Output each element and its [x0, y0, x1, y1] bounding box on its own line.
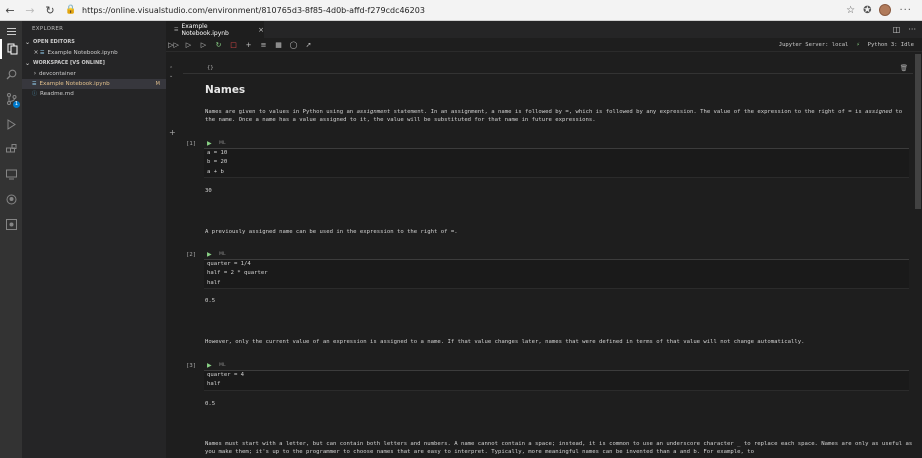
chevron-down-icon: ⌄ — [25, 60, 31, 67]
cell-meta: ML — [219, 363, 226, 368]
markdown-text: Names must start with a letter, but can … — [205, 441, 913, 456]
explorer-icon[interactable] — [0, 39, 22, 59]
avatar[interactable] — [879, 4, 892, 16]
close-icon[interactable]: × — [258, 26, 264, 34]
cell-prompt: [3] — [186, 363, 197, 369]
open-editors-header[interactable]: ⌄ OPEN EDITORS — [22, 37, 166, 48]
run-debug-icon[interactable] — [0, 114, 22, 134]
back-icon[interactable]: ← — [0, 0, 20, 21]
collapse-icon[interactable]: ⌃ ⌄ — [169, 66, 173, 80]
variables-icon[interactable]: ▦ — [271, 38, 286, 52]
markdown-text: A previously assigned name can be used i… — [205, 229, 458, 235]
more-icon[interactable]: ··· — [899, 5, 912, 16]
modified-badge: M — [155, 81, 160, 87]
run-cell-icon[interactable]: ▶ — [207, 251, 212, 258]
intro-paragraph: Names are given to values in Python usin… — [205, 109, 903, 124]
notebook-editor[interactable]: ⌃ ⌄ + {} 🗑 Names Names are given to value… — [166, 52, 922, 458]
export-icon[interactable]: ➚ — [301, 38, 316, 52]
editor-tabbar: ☰ Example Notebook.ipynb × ◫ ··· — [166, 21, 922, 38]
plug-icon: ⚡ — [856, 42, 860, 48]
code-line: half — [207, 381, 221, 388]
favorites-icon[interactable]: ✪ — [863, 5, 871, 16]
split-editor-icon[interactable]: ◫ — [893, 25, 901, 34]
run-below-icon[interactable]: ▷ — [196, 38, 211, 52]
notebook-file-icon: ☰ — [32, 81, 37, 87]
sidebar-title: EXPLORER — [32, 26, 64, 32]
activity-bar: 1 — [0, 21, 22, 458]
cell-output: 30 — [205, 188, 212, 194]
run-all-icon[interactable]: ▷▷ — [166, 38, 181, 52]
code-line: half = 2 * quarter — [207, 270, 268, 277]
code-editor[interactable]: quarter = 1/4 half = 2 * quarter half — [204, 259, 909, 289]
tab-notebook[interactable]: ☰ Example Notebook.ipynb × — [166, 21, 264, 38]
cell-prompt: [1] — [186, 141, 197, 147]
notebook-file-icon: ☰ — [174, 26, 179, 33]
markdown-cell-header: {} 🗑 — [183, 64, 913, 74]
trash-icon[interactable]: 🗑 — [900, 64, 908, 72]
tree-item-readme[interactable]: ⓘ Readme.md — [22, 89, 166, 99]
scrollbar-thumb[interactable] — [915, 54, 921, 209]
cell-meta: ML — [219, 252, 226, 257]
code-line: half — [207, 279, 221, 286]
code-editor[interactable]: quarter = 4 half — [204, 370, 909, 391]
code-editor[interactable]: a = 10 b = 20 a + b — [204, 148, 909, 178]
code-line: a = 10 — [207, 150, 228, 156]
vertical-scrollbar[interactable] — [914, 52, 922, 458]
open-editor-item[interactable]: × ☰ Example Notebook.ipynb — [22, 48, 166, 58]
run-cell-icon[interactable]: ▶ — [207, 140, 212, 147]
lock-icon[interactable]: 🔒 — [64, 5, 78, 15]
code-line: b = 20 — [207, 159, 228, 166]
save-icon[interactable]: ◯ — [286, 38, 301, 52]
run-above-icon[interactable]: ▷ — [181, 38, 196, 52]
notebook-toolbar: ▷▷ ▷ ▷ ↻ □ + ≡ ▦ ◯ ➚ Jupyter Server: loc… — [166, 38, 922, 52]
add-cell-icon[interactable]: + — [169, 128, 176, 137]
explorer-sidebar: EXPLORER ⌄ OPEN EDITORS × ☰ Example Note… — [22, 21, 166, 458]
search-icon[interactable] — [0, 64, 22, 84]
run-cell-icon[interactable]: ▶ — [207, 362, 212, 369]
cell-output: 0.5 — [205, 401, 216, 407]
more-actions-icon[interactable]: ··· — [908, 25, 916, 34]
clear-outputs-icon[interactable]: ≡ — [256, 38, 271, 52]
chevron-down-icon: ⌄ — [25, 39, 31, 46]
favorite-star-icon[interactable]: ☆ — [846, 5, 855, 16]
add-cell-icon[interactable]: + — [241, 38, 256, 52]
notification-badge: 1 — [13, 101, 20, 108]
markdown-text: However, only the current value of an ex… — [205, 339, 805, 345]
workspace-header[interactable]: ⌄ WORKSPACE [VS ONLINE] — [22, 58, 166, 69]
address-bar[interactable]: https://online.visualstudio.com/environm… — [82, 6, 846, 15]
notebook-file-icon: ☰ — [40, 50, 45, 56]
cell-prompt: [2] — [186, 252, 197, 258]
heading-names: Names — [205, 84, 246, 96]
code-line: quarter = 1/4 — [207, 261, 251, 267]
menu-icon[interactable] — [0, 21, 22, 41]
kernel-status[interactable]: Python 3: Idle — [868, 42, 914, 48]
info-file-icon: ⓘ — [32, 91, 38, 97]
remote-explorer-icon[interactable] — [0, 164, 22, 184]
cell-meta: ML — [219, 141, 226, 146]
markdown-marker: {} — [207, 65, 214, 71]
tree-item-devcontainer[interactable]: › devcontainer — [22, 69, 166, 79]
close-icon[interactable]: × — [32, 48, 40, 58]
interrupt-kernel-icon[interactable]: □ — [226, 38, 241, 52]
browser-toolbar: ← → ↻ 🔒 https://online.visualstudio.com/… — [0, 0, 922, 21]
source-control-icon[interactable]: 1 — [0, 89, 22, 109]
tree-item-notebook[interactable]: ☰ Example Notebook.ipynb M — [22, 79, 166, 89]
jupyter-server-status[interactable]: Jupyter Server: local — [779, 42, 849, 48]
github-icon[interactable] — [0, 189, 22, 209]
refresh-icon[interactable]: ↻ — [40, 0, 60, 21]
live-share-icon[interactable] — [0, 214, 22, 234]
code-line: a + b — [207, 168, 224, 175]
cell-output: 0.5 — [205, 298, 216, 304]
restart-kernel-icon[interactable]: ↻ — [211, 38, 226, 52]
chevron-right-icon: › — [33, 70, 37, 77]
extensions-icon[interactable] — [0, 139, 22, 159]
code-line: quarter = 4 — [207, 372, 245, 378]
forward-icon[interactable]: → — [20, 0, 40, 21]
